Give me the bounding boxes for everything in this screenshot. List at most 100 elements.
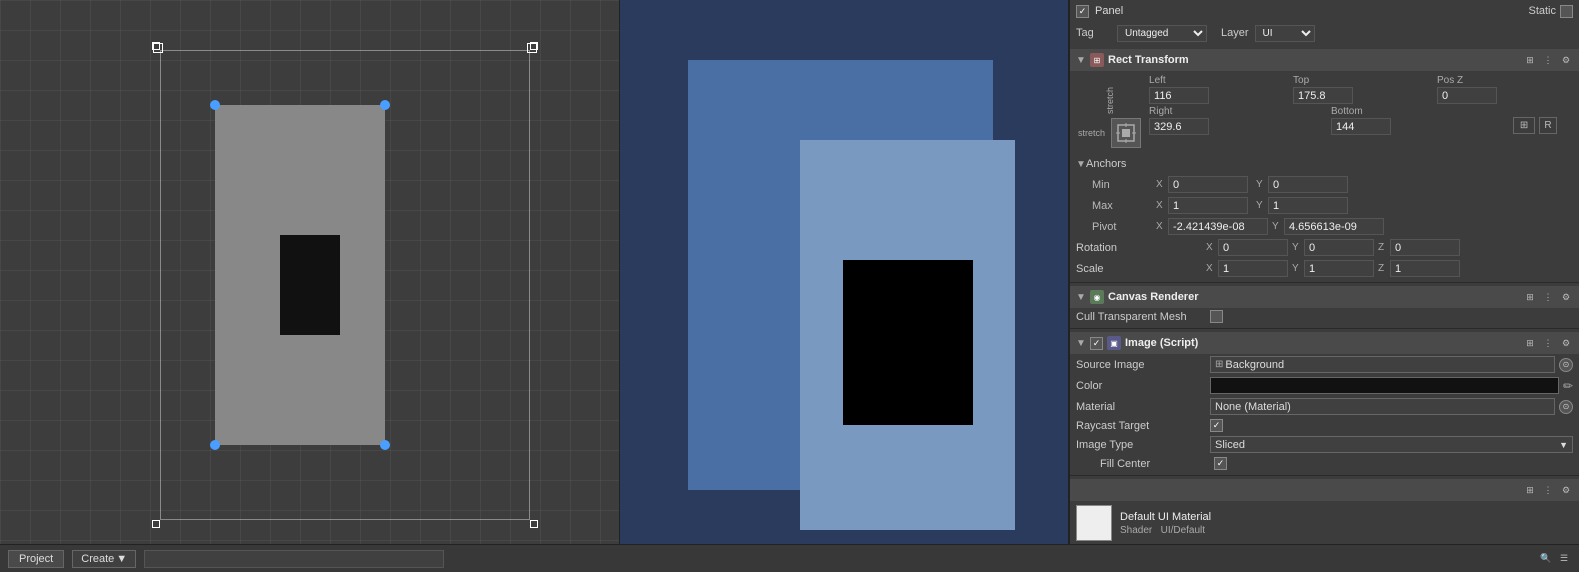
material-picker[interactable]: ⊙ [1559, 400, 1573, 414]
image-script-icon: ▣ [1107, 336, 1121, 350]
fill-center-label: Fill Center [1100, 458, 1210, 470]
image-script-icon-gear[interactable]: ⚙ [1559, 336, 1573, 350]
rot-y-input[interactable] [1304, 239, 1374, 256]
rect-transform-icon-grid[interactable]: ⊞ [1523, 53, 1537, 67]
rect-transform-icons: ⊞ ⋮ ⚙ [1523, 53, 1573, 67]
canvas-renderer-icon-grid[interactable]: ⊞ [1523, 290, 1537, 304]
rect-transform-title: Rect Transform [1108, 54, 1189, 66]
max-y-input[interactable] [1268, 197, 1348, 214]
material-info: Default UI Material Shader UI/Default [1120, 511, 1211, 536]
canvas-renderer-icon-dots[interactable]: ⋮ [1541, 290, 1555, 304]
fill-center-checkbox[interactable] [1214, 457, 1227, 470]
field-top: Top [1293, 75, 1429, 104]
image-script-arrow: ▼ [1076, 338, 1086, 349]
scale-z-label: Z [1378, 263, 1390, 274]
image-type-row: Image Type Sliced ▼ [1070, 434, 1579, 455]
handle-tr[interactable] [380, 100, 390, 110]
image-script-icon-grid[interactable]: ⊞ [1523, 336, 1537, 350]
material-preview-icon [1076, 505, 1112, 541]
rect-transform-header[interactable]: ▼ ⊞ Rect Transform ⊞ ⋮ ⚙ [1070, 49, 1579, 71]
scale-row: Scale X Y Z [1070, 258, 1579, 279]
anchors-arrow: ▼ [1076, 159, 1086, 170]
color-field[interactable] [1210, 377, 1559, 394]
default-material-icon-gear[interactable]: ⚙ [1559, 483, 1573, 497]
field-bottom: Bottom [1331, 106, 1505, 135]
search-input[interactable] [144, 550, 444, 568]
inspector-panel: Panel Static Tag Untagged Layer UI ▼ ⊞ R… [1069, 0, 1579, 544]
project-tab[interactable]: Project [8, 550, 64, 568]
handle-bl[interactable] [210, 440, 220, 450]
image-script-header[interactable]: ▼ ▣ Image (Script) ⊞ ⋮ ⚙ [1070, 332, 1579, 354]
left-input[interactable] [1149, 87, 1209, 104]
panel-header-row: Panel Static [1070, 0, 1579, 22]
min-x-label: X [1156, 179, 1168, 190]
scale-label: Scale [1076, 263, 1206, 275]
pivot-x-label: X [1156, 221, 1168, 232]
settings-icon[interactable]: ☰ [1557, 552, 1571, 566]
bottom-input[interactable] [1331, 118, 1391, 135]
pivot-y-input[interactable] [1284, 218, 1384, 235]
pivot-row: Pivot X Y [1070, 216, 1579, 237]
rot-x-input[interactable] [1218, 239, 1288, 256]
search-icon[interactable]: 🔍 [1539, 552, 1553, 566]
raycast-row: Raycast Target [1070, 417, 1579, 434]
min-row: Min X Y [1070, 174, 1579, 195]
cull-checkbox[interactable] [1210, 310, 1223, 323]
raycast-label: Raycast Target [1076, 420, 1206, 432]
canvas-renderer-title: Canvas Renderer [1108, 291, 1199, 303]
scale-x-input[interactable] [1218, 260, 1288, 277]
stretch-preset-icon[interactable] [1111, 118, 1141, 148]
source-image-field[interactable]: ⊞ Background [1210, 356, 1555, 373]
posz-label: Pos Z [1437, 75, 1573, 86]
panel-active-checkbox[interactable] [1076, 5, 1089, 18]
anchors-row: ▼ Anchors [1070, 154, 1579, 174]
min-x-input[interactable] [1168, 176, 1248, 193]
image-script-active[interactable] [1090, 337, 1103, 350]
scale-y-input[interactable] [1304, 260, 1374, 277]
image-type-dropdown[interactable]: Sliced ▼ [1210, 436, 1573, 453]
pivot-x-input[interactable] [1168, 218, 1268, 235]
min-y-input[interactable] [1268, 176, 1348, 193]
right-input[interactable] [1149, 118, 1209, 135]
raycast-checkbox[interactable] [1210, 419, 1223, 432]
image-script-icon-dots[interactable]: ⋮ [1541, 336, 1555, 350]
top-input[interactable] [1293, 87, 1353, 104]
handle-br[interactable] [380, 440, 390, 450]
default-material-icon-dots[interactable]: ⋮ [1541, 483, 1555, 497]
max-y-label: Y [1256, 200, 1268, 211]
rot-z-input[interactable] [1390, 239, 1460, 256]
layer-dropdown[interactable]: UI [1255, 25, 1315, 42]
corner-tr [530, 42, 538, 50]
material-title: Default UI Material [1120, 511, 1211, 523]
cull-row: Cull Transparent Mesh [1070, 308, 1579, 325]
color-picker-icon[interactable]: ✏ [1563, 379, 1573, 393]
create-label: Create [81, 553, 114, 565]
default-material-header[interactable]: ⊞ ⋮ ⚙ [1070, 479, 1579, 501]
material-field[interactable]: None (Material) [1210, 398, 1555, 415]
rect-transform-icon-dots[interactable]: ⋮ [1541, 53, 1555, 67]
right-label: Right [1149, 106, 1323, 117]
create-button[interactable]: Create ▼ [72, 550, 136, 568]
max-label: Max [1076, 200, 1156, 212]
handle-tl[interactable] [210, 100, 220, 110]
scale-y-label: Y [1292, 263, 1304, 274]
color-row: Color ✏ [1070, 375, 1579, 396]
posz-input[interactable] [1437, 87, 1497, 104]
tag-layer-row: Tag Untagged Layer UI [1070, 22, 1579, 44]
canvas-renderer-header[interactable]: ▼ ◉ Canvas Renderer ⊞ ⋮ ⚙ [1070, 286, 1579, 308]
min-y-label: Y [1256, 179, 1268, 190]
max-x-input[interactable] [1168, 197, 1248, 214]
r-button[interactable]: R [1539, 117, 1557, 134]
tag-dropdown[interactable]: Untagged [1117, 25, 1207, 42]
source-image-picker[interactable]: ⊙ [1559, 358, 1573, 372]
static-checkbox[interactable] [1560, 5, 1573, 18]
canvas-renderer-icon-gear[interactable]: ⚙ [1559, 290, 1573, 304]
layer-label: Layer [1221, 27, 1249, 39]
blueprint-icon[interactable]: ⊞ [1513, 117, 1535, 134]
game-black-element [843, 260, 973, 425]
rect-transform-icon-gear[interactable]: ⚙ [1559, 53, 1573, 67]
cull-label: Cull Transparent Mesh [1076, 311, 1206, 323]
default-material-icon-grid[interactable]: ⊞ [1523, 483, 1537, 497]
main-area: Panel Static Tag Untagged Layer UI ▼ ⊞ R… [0, 0, 1579, 544]
scale-z-input[interactable] [1390, 260, 1460, 277]
